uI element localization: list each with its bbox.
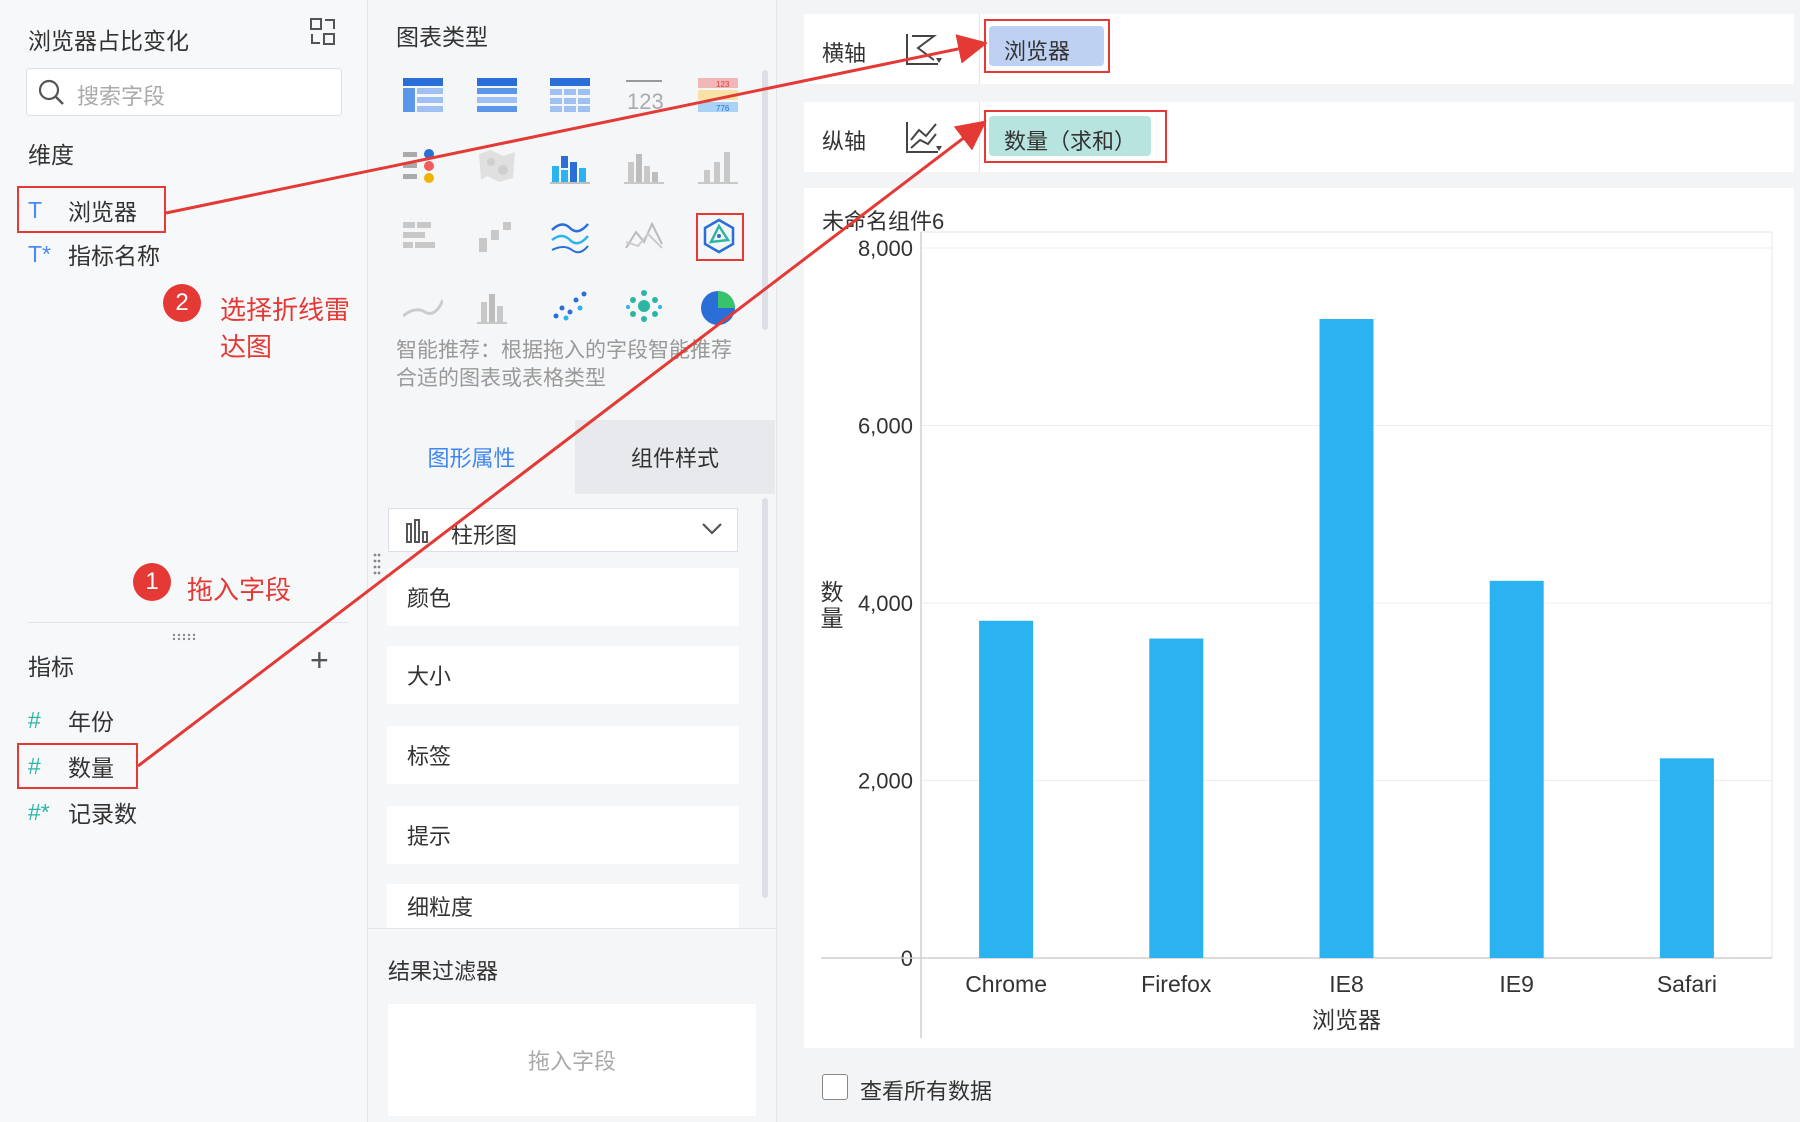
switch-dataset-icon[interactable] (308, 16, 338, 48)
grouped-bar-icon[interactable] (624, 148, 670, 190)
waterfall-icon[interactable] (477, 218, 523, 260)
properties-scrollbar[interactable] (762, 498, 768, 898)
add-metric-icon[interactable]: + (310, 644, 329, 676)
divider (368, 928, 776, 929)
highlight-box-browser (17, 186, 166, 233)
y-axis-title: 数量 (821, 579, 844, 631)
column-chart-icon[interactable] (698, 148, 744, 190)
view-all-data-label: 查看所有数据 (860, 1079, 993, 1104)
line-chart-icon[interactable] (550, 218, 596, 260)
property-tooltip[interactable]: 提示 (387, 806, 739, 864)
field-label: 记录数 (68, 801, 137, 827)
combo-bar-icon[interactable] (477, 288, 523, 330)
bar-chart: 02,0004,0006,0008,000Chrome Firefox IE8 IE9… (821, 231, 1773, 1038)
search-placeholder: 搜索字段 (77, 84, 166, 109)
chart-types-heading: 图表类型 (396, 24, 488, 50)
bar-chrome (979, 620, 1034, 958)
search-icon (37, 78, 65, 111)
highlight-box-x-axis (984, 19, 1110, 73)
x-tick-label: IE8 (1329, 971, 1364, 997)
x-tick-label: Safari (1657, 971, 1717, 997)
y-axis-row: 纵轴 数量（求和） (804, 102, 1794, 172)
tab-graphic-properties[interactable]: 图形属性 (368, 420, 575, 494)
x-axis-row: 横轴 浏览器 (804, 14, 1794, 84)
text-type-icon: T* (28, 240, 51, 267)
view-all-data-checkbox[interactable] (822, 1074, 848, 1100)
svg-text:776: 776 (716, 104, 730, 113)
property-size[interactable]: 大小 (387, 646, 739, 704)
y-tick-label: 6,000 (858, 414, 913, 439)
scatter-chart-icon[interactable] (550, 288, 596, 330)
bar-horizontal-icon[interactable] (403, 218, 449, 260)
chart-types-scrollbar[interactable] (762, 70, 768, 330)
highlight-box-y-axis (984, 110, 1167, 163)
step-badge-2: 2 (163, 284, 201, 322)
x-axis-label: 横轴 (822, 41, 867, 66)
property-color[interactable]: 颜色 (387, 568, 739, 626)
field-label: 指标名称 (68, 243, 160, 269)
kpi-card-icon[interactable]: 123 776 (698, 78, 744, 120)
smart-recommend-text: 智能推荐：根据拖入的字段智能推荐合适的图表或表格类型 (396, 339, 732, 390)
drag-handle-icon[interactable] (372, 552, 382, 578)
axis-row-divider (979, 14, 980, 84)
number-type-icon: # (28, 706, 41, 733)
area-line-icon[interactable] (402, 288, 449, 330)
dimensions-heading: 维度 (28, 142, 74, 168)
svg-text:123: 123 (627, 89, 664, 114)
axis-config-icon[interactable] (904, 30, 944, 75)
chart-type-value: 柱形图 (451, 523, 518, 548)
y-tick-label: 4,000 (858, 591, 913, 616)
step-text-1: 拖入字段 (187, 575, 292, 605)
chevron-down-icon (701, 521, 723, 542)
stacked-bar-icon[interactable] (550, 148, 596, 190)
y-tick-label: 8,000 (858, 236, 913, 261)
metric-field-year[interactable]: # 年份 (28, 702, 114, 738)
pie-chart-icon[interactable] (698, 288, 744, 330)
property-label[interactable]: 标签 (387, 726, 739, 784)
axis-row-divider (979, 102, 980, 172)
bar-ie9 (1489, 580, 1544, 958)
detail-table-icon[interactable] (550, 78, 596, 120)
number-type-icon: #* (28, 798, 50, 825)
dimension-field-metric-name[interactable]: T* 指标名称 (28, 236, 160, 272)
resize-handle[interactable] (172, 628, 196, 641)
chart-type-select[interactable]: 柱形图 (388, 508, 738, 552)
bar-chart-icon (405, 518, 431, 549)
line-gray-icon[interactable] (624, 218, 670, 260)
svg-text:123: 123 (716, 80, 730, 89)
result-filter-dropzone[interactable]: 拖入字段 (388, 1004, 756, 1116)
x-tick-label: IE9 (1499, 971, 1534, 997)
tab-component-style[interactable]: 组件样式 (575, 420, 775, 494)
kpi-number-icon[interactable]: 123 (624, 78, 670, 120)
field-panel: 浏览器占比变化 搜索字段 维度 T 浏览器 T* 指标名称 2 选择折线雷达图 … (0, 0, 368, 1122)
axis-config-icon[interactable] (904, 118, 944, 163)
field-label: 年份 (68, 709, 114, 735)
step-badge-1: 1 (133, 563, 171, 601)
x-axis-title: 浏览器 (1312, 1007, 1381, 1033)
table-icon[interactable] (403, 78, 449, 120)
x-tick-label: Firefox (1141, 971, 1212, 997)
highlight-box-quantity (17, 743, 138, 789)
map-heat-icon[interactable] (477, 148, 523, 190)
step-text-2: 选择折线雷达图 (220, 295, 351, 362)
y-tick-label: 2,000 (858, 769, 913, 794)
y-axis-label: 纵轴 (822, 129, 867, 154)
bar-firefox (1149, 638, 1204, 958)
x-tick-label: Chrome (965, 971, 1047, 997)
metrics-heading: 指标 (28, 654, 74, 680)
dataset-title: 浏览器占比变化 (28, 28, 189, 54)
dot-matrix-icon[interactable] (403, 148, 449, 190)
line-radar-chart-icon[interactable] (696, 213, 744, 261)
result-filter-heading: 结果过滤器 (388, 959, 499, 984)
bubble-chart-icon[interactable] (624, 288, 670, 330)
bar-safari (1659, 758, 1714, 958)
search-input[interactable]: 搜索字段 (26, 68, 342, 116)
bar-ie8 (1319, 319, 1374, 958)
metric-field-record-count[interactable]: #* 记录数 (28, 794, 137, 830)
property-granularity[interactable]: 细粒度 (387, 884, 739, 928)
group-table-icon[interactable] (477, 78, 523, 120)
divider (28, 622, 348, 623)
